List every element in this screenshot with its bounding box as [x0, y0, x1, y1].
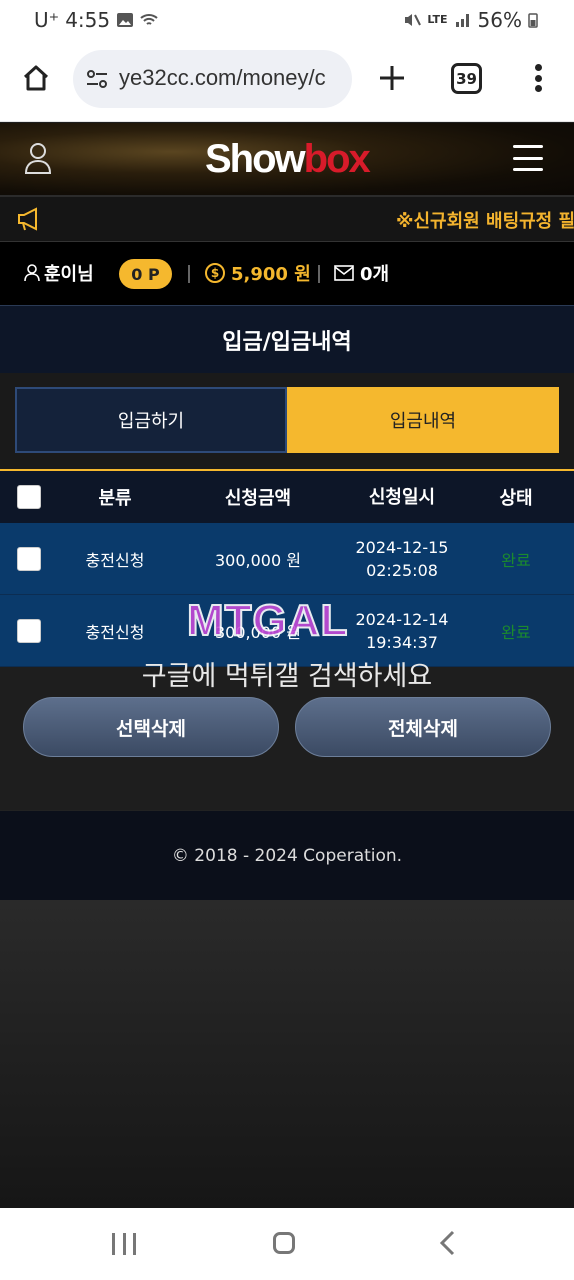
message-count: 0개	[360, 264, 390, 285]
battery-level: 56%	[477, 8, 522, 32]
mute-icon	[405, 14, 422, 26]
balance[interactable]: $ 5,900 원	[205, 260, 311, 286]
person-icon	[24, 264, 40, 282]
user-greeting: 훈이님	[24, 260, 94, 286]
balance-amount: 5,900 원	[231, 264, 311, 285]
header-amount: 신청금액	[224, 488, 292, 509]
delete-selected-button[interactable]: 선택삭제	[23, 697, 279, 757]
copyright: © 2018 - 2024 Coperation.	[171, 845, 403, 866]
page-background	[0, 900, 574, 1208]
site-header: Showbox	[0, 123, 574, 197]
signal-icon	[455, 14, 469, 27]
coin-icon: $	[205, 263, 225, 283]
network-type: LTE	[427, 13, 448, 26]
megaphone-icon	[18, 207, 37, 231]
user-info-bar: 훈이님 0 P $ 5,900 원 0개	[0, 242, 574, 305]
clock: 4:55	[65, 8, 111, 32]
recent-apps-icon[interactable]	[112, 1233, 136, 1255]
header-category: 분류	[98, 488, 132, 509]
row-amount: 300,000 원	[215, 550, 301, 570]
browser-home-button[interactable]	[18, 60, 54, 96]
battery-icon	[528, 13, 538, 28]
tab-deposit[interactable]: 입금하기	[15, 387, 287, 453]
footer: © 2018 - 2024 Coperation.	[0, 810, 574, 900]
row-date: 2024-12-15	[355, 537, 449, 557]
row-category: 충전신청	[85, 550, 145, 570]
gallery-icon	[117, 13, 134, 27]
carrier-label: U⁺	[34, 8, 60, 32]
points-badge[interactable]: 0 P	[119, 259, 172, 289]
header-date: 신청일시	[368, 486, 436, 508]
messages[interactable]: 0개	[334, 260, 389, 286]
status-bar: U⁺ 4:55 LTE 56%	[0, 0, 574, 38]
site-settings-icon[interactable]	[85, 69, 109, 89]
table-header: 분류 신청금액 신청일시 상태	[0, 469, 574, 523]
back-icon[interactable]	[438, 1230, 458, 1256]
row-checkbox[interactable]	[17, 546, 41, 571]
notice-text: ※신규회원 배팅규정 필수	[396, 211, 574, 232]
browser-toolbar: ye32cc.com/money/c 39	[0, 38, 574, 122]
address-bar[interactable]: ye32cc.com/money/c	[73, 50, 352, 108]
watermark-logo: MTGAL	[186, 595, 349, 646]
home-icon	[23, 65, 49, 91]
tab-deposit-history[interactable]: 입금내역	[287, 387, 559, 453]
row-datetime: 2024-12-15 02:25:08	[340, 523, 464, 594]
url-text: ye32cc.com/money/c	[119, 65, 326, 90]
row-time: 02:25:08	[366, 560, 438, 580]
wifi-icon	[140, 14, 158, 25]
divider	[188, 265, 190, 283]
divider	[318, 265, 320, 283]
tab-switcher-button[interactable]: 39	[451, 63, 482, 94]
username: 훈이님	[44, 264, 94, 285]
home-nav-icon[interactable]	[273, 1232, 295, 1254]
row-status: 완료	[501, 550, 531, 570]
row-checkbox[interactable]	[17, 618, 41, 643]
tab-count: 39	[456, 69, 477, 88]
system-nav-bar	[0, 1208, 574, 1280]
select-all-checkbox[interactable]	[17, 485, 41, 509]
notice-bar: ※신규회원 배팅규정 필수	[0, 197, 574, 242]
header-status: 상태	[499, 488, 533, 509]
site-logo[interactable]: Showbox	[205, 137, 371, 182]
delete-all-button[interactable]: 전체삭제	[295, 697, 551, 757]
tab-bar: 입금하기 입금내역	[0, 373, 574, 469]
user-icon[interactable]	[24, 141, 52, 175]
browser-menu-button[interactable]	[526, 60, 550, 96]
new-tab-icon[interactable]	[376, 62, 408, 94]
row-date: 2024-12-14	[355, 609, 449, 629]
watermark-text: 구글에 먹튀갤 검색하세요	[141, 661, 433, 692]
envelope-icon	[334, 265, 354, 281]
row-time: 19:34:37	[366, 632, 438, 652]
page-title: 입금/입금내역	[0, 305, 574, 373]
hamburger-menu-icon[interactable]	[513, 145, 543, 171]
table-row: 충전신청 300,000 원 2024-12-15 02:25:08 완료	[0, 523, 574, 595]
